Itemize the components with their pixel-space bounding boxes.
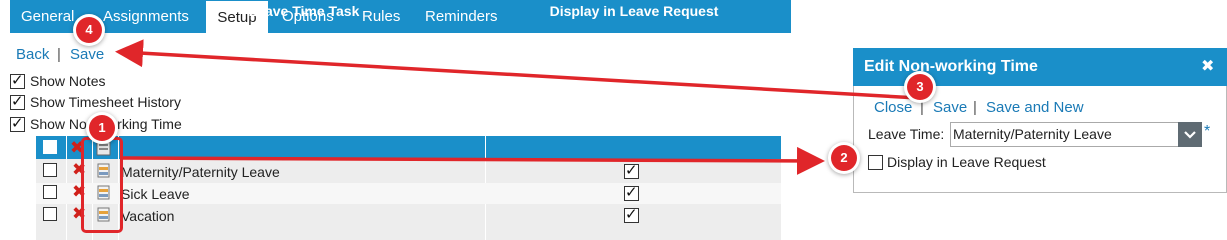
header-display-in-leave-request: Display in Leave Request (549, 3, 719, 19)
leave-time-select-value: Maternity/Paternity Leave (953, 126, 1112, 142)
annotation-badge-1: 1 (89, 115, 115, 141)
row-select-checkbox[interactable] (43, 207, 57, 221)
row-display-checkbox[interactable] (624, 161, 639, 179)
dialog-action-separator: | (920, 99, 924, 116)
row-select-checkbox[interactable] (43, 163, 57, 177)
close-icon[interactable]: ✖ (1201, 56, 1214, 75)
row-display-checkbox[interactable] (624, 183, 639, 201)
row-task-name: Vacation (121, 208, 175, 224)
show-notes-checkbox[interactable] (10, 71, 25, 89)
show-timesheet-history-label: Show Timesheet History (30, 94, 181, 110)
annotation-badge-2: 2 (831, 145, 857, 171)
table-header (36, 136, 781, 159)
annotation-highlight-box (81, 137, 123, 233)
row-display-checkbox[interactable] (624, 205, 639, 223)
leave-time-dropdown-button[interactable] (1178, 122, 1202, 147)
save-link[interactable]: Save (70, 46, 104, 63)
dialog-close-link[interactable]: Close (874, 99, 912, 116)
show-non-working-time-checkbox[interactable] (10, 114, 25, 132)
display-in-leave-request-checkbox[interactable] (868, 155, 883, 170)
tab-general[interactable]: General (21, 0, 74, 33)
action-separator: | (57, 46, 61, 63)
show-timesheet-history-checkbox[interactable] (10, 92, 25, 110)
row-select-checkbox[interactable] (43, 185, 57, 199)
annotation-badge-4: 4 (76, 17, 102, 43)
display-in-leave-request-label: Display in Leave Request (887, 154, 1046, 170)
dialog-save-and-new-link[interactable]: Save and New (986, 99, 1084, 116)
header-leave-time-task: Leave Time Task (248, 3, 360, 19)
dialog-title: Edit Non-working Time (864, 58, 1038, 75)
leave-time-label: Leave Time: (868, 126, 945, 142)
back-link[interactable]: Back (16, 46, 49, 63)
row-task-name: Maternity/Paternity Leave (121, 164, 280, 180)
show-notes-label: Show Notes (30, 73, 106, 89)
required-marker: * (1204, 123, 1211, 140)
dialog-save-link[interactable]: Save (933, 99, 967, 116)
row-task-name: Sick Leave (121, 186, 190, 202)
dialog-action-separator: | (973, 99, 977, 116)
select-all-checkbox[interactable] (43, 140, 57, 154)
annotation-badge-3: 3 (907, 74, 933, 100)
chevron-down-icon (1184, 131, 1196, 139)
